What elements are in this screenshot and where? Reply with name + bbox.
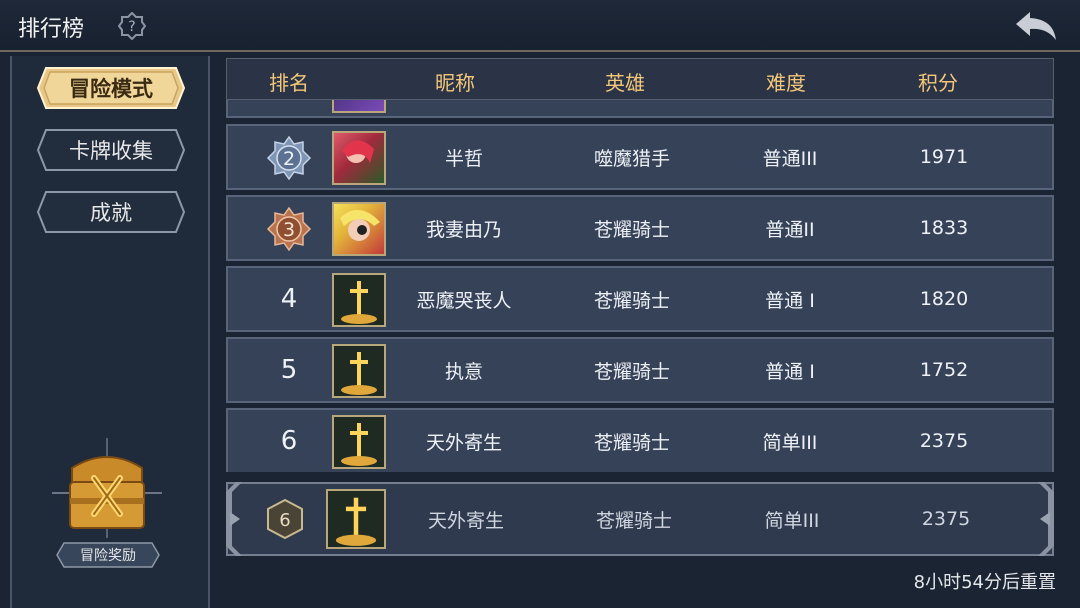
silver-medal-icon: 2 bbox=[266, 135, 312, 181]
table-row[interactable]: 4 恶魔哭丧人 苍耀骑士 普通 I 1820 bbox=[226, 266, 1054, 332]
difficulty: 普通 I bbox=[765, 289, 815, 312]
score: 1971 bbox=[919, 146, 969, 168]
hero-name: 苍耀骑士 bbox=[593, 431, 670, 454]
table-row[interactable]: 5 执意 苍耀骑士 普通 I 1752 bbox=[226, 337, 1054, 403]
ranking-list[interactable]: 2 半哲 噬魔猎手 普通III 1971 3 我妻由乃 苍耀骑士 普通II 18… bbox=[226, 100, 1054, 472]
treasure-chest-icon[interactable] bbox=[52, 438, 162, 538]
sidebar-item-label: 冒险模式 bbox=[69, 77, 153, 101]
avatar bbox=[326, 489, 386, 549]
hero-name: 苍耀骑士 bbox=[593, 218, 670, 241]
table-row[interactable]: 2 半哲 噬魔猎手 普通III 1971 bbox=[226, 124, 1054, 190]
player-nickname: 我妻由乃 bbox=[425, 218, 502, 241]
reward-label-text: 冒险奖励 bbox=[80, 548, 136, 564]
avatar bbox=[332, 273, 386, 327]
player-nickname: 半哲 bbox=[444, 147, 483, 170]
avatar bbox=[332, 131, 386, 185]
rank-number: 4 bbox=[280, 284, 298, 314]
page-title: 排行榜 bbox=[18, 17, 85, 42]
sidebar-item-label: 成就 bbox=[90, 201, 132, 225]
score: 1820 bbox=[919, 288, 969, 310]
column-header-score: 积分 bbox=[918, 71, 958, 95]
top-bar: 排行榜 ? bbox=[0, 0, 1080, 52]
difficulty: 简单III bbox=[762, 431, 818, 454]
table-row[interactable]: 3 我妻由乃 苍耀骑士 普通II 1833 bbox=[226, 195, 1054, 261]
player-nickname: 执意 bbox=[444, 360, 483, 383]
score: 2375 bbox=[919, 430, 969, 452]
table-row[interactable] bbox=[226, 100, 1054, 118]
avatar bbox=[332, 415, 386, 469]
difficulty: 简单III bbox=[764, 509, 820, 532]
difficulty: 普通III bbox=[762, 147, 818, 170]
score: 2375 bbox=[921, 508, 971, 530]
column-header-hero: 英雄 bbox=[605, 71, 645, 95]
difficulty: 普通II bbox=[765, 218, 815, 241]
table-header: 排名 昵称 英雄 难度 积分 bbox=[226, 58, 1054, 100]
sidebar-item-label: 卡牌收集 bbox=[69, 139, 153, 163]
help-question-icon[interactable]: ? bbox=[118, 12, 146, 40]
column-header-difficulty: 难度 bbox=[766, 71, 806, 95]
player-nickname: 天外寄生 bbox=[425, 431, 502, 454]
my-ranking-row[interactable]: 6 天外寄生 苍耀骑士 简单III 2375 bbox=[226, 482, 1054, 556]
score: 1752 bbox=[919, 359, 969, 381]
hero-name: 苍耀骑士 bbox=[595, 509, 672, 532]
sidebar-item-achievements[interactable]: 成就 bbox=[36, 190, 186, 234]
hero-name: 苍耀骑士 bbox=[593, 360, 670, 383]
sidebar-item-card-collection[interactable]: 卡牌收集 bbox=[36, 128, 186, 172]
difficulty: 普通 I bbox=[765, 360, 815, 383]
back-arrow-icon[interactable] bbox=[1012, 8, 1060, 44]
player-nickname: 天外寄生 bbox=[427, 509, 504, 532]
reset-countdown: 8小时54分后重置 bbox=[913, 572, 1056, 593]
avatar bbox=[332, 344, 386, 398]
hero-name: 噬魔猎手 bbox=[593, 147, 670, 170]
sidebar: 冒险模式 卡牌收集 成就 冒险奖励 bbox=[10, 56, 210, 608]
score: 1833 bbox=[919, 217, 969, 239]
svg-text:6: 6 bbox=[279, 510, 290, 531]
svg-text:?: ? bbox=[128, 19, 135, 35]
bronze-medal-icon: 3 bbox=[266, 206, 312, 252]
svg-text:2: 2 bbox=[283, 148, 295, 170]
hero-name: 苍耀骑士 bbox=[593, 289, 670, 312]
avatar bbox=[332, 100, 386, 113]
rank-number: 6 bbox=[280, 426, 298, 456]
avatar bbox=[332, 202, 386, 256]
sidebar-item-adventure-mode[interactable]: 冒险模式 bbox=[36, 66, 186, 110]
column-header-nickname: 昵称 bbox=[435, 71, 475, 95]
svg-text:3: 3 bbox=[283, 219, 295, 241]
player-nickname: 恶魔哭丧人 bbox=[416, 289, 512, 312]
rank-number: 5 bbox=[280, 355, 298, 385]
column-header-rank: 排名 bbox=[269, 71, 309, 95]
adventure-reward-button[interactable]: 冒险奖励 bbox=[56, 542, 160, 568]
table-row[interactable]: 6 天外寄生 苍耀骑士 简单III 2375 bbox=[226, 408, 1054, 472]
rank-badge-icon: 6 bbox=[267, 498, 303, 540]
